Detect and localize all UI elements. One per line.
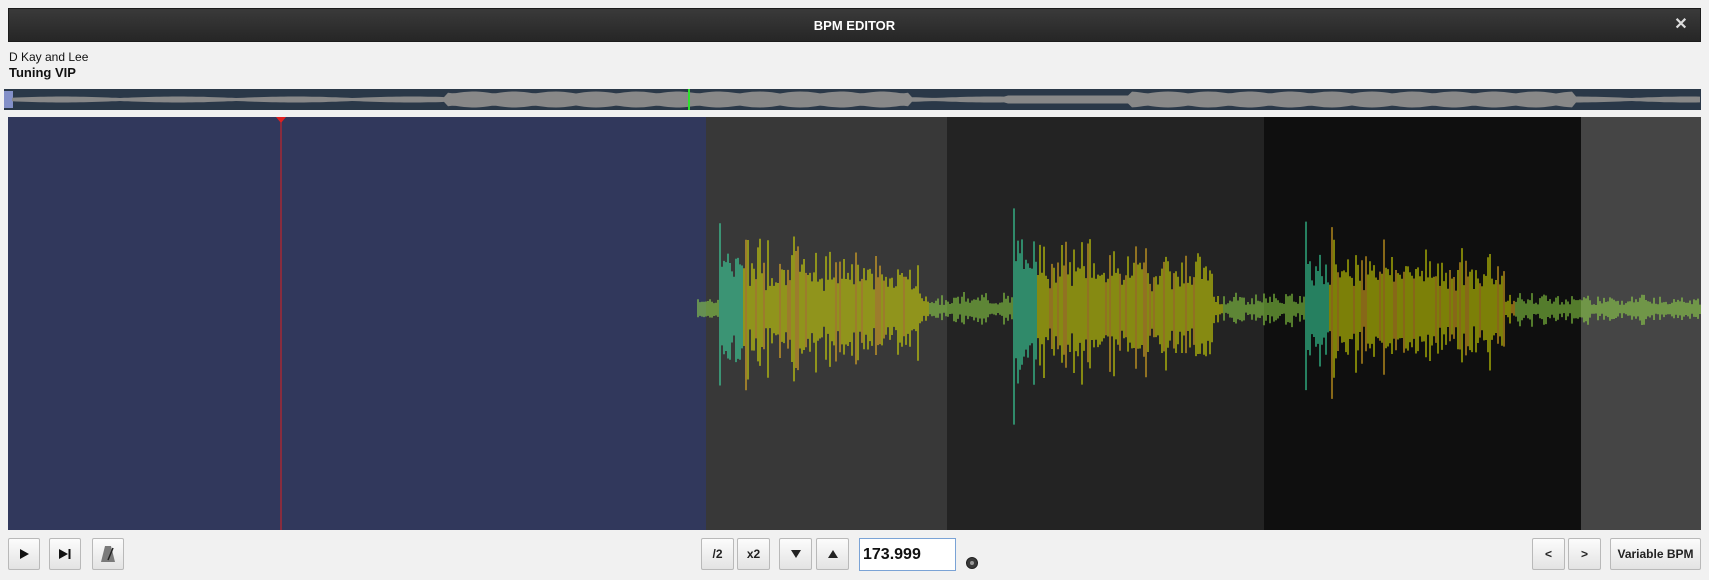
skip-to-end-icon [59, 549, 71, 559]
triangle-down-icon [790, 550, 801, 558]
halve-bpm-button[interactable]: /2 [701, 538, 734, 570]
metronome-button[interactable] [92, 538, 124, 570]
triangle-up-icon [827, 550, 838, 558]
bpm-up-button[interactable] [816, 538, 849, 570]
variable-bpm-button[interactable]: Variable BPM [1610, 538, 1701, 570]
bpm-input[interactable] [859, 538, 956, 571]
record-indicator-icon[interactable] [966, 557, 978, 569]
window-title: BPM EDITOR [813, 17, 896, 33]
overview-playhead[interactable] [688, 89, 690, 110]
main-waveform[interactable] [8, 117, 1701, 530]
overview-waveform[interactable] [4, 89, 1701, 110]
next-button[interactable]: > [1568, 538, 1601, 570]
beat-band-5 [1581, 117, 1701, 530]
artist-name: D Kay and Lee [9, 50, 89, 64]
close-icon[interactable]: ✕ [1672, 16, 1690, 34]
metronome-icon [101, 546, 115, 562]
overview-start-marker [4, 91, 13, 108]
play-icon [20, 549, 29, 559]
title-bar: BPM EDITOR ✕ [8, 8, 1701, 42]
skip-to-end-button[interactable] [49, 538, 81, 570]
double-bpm-button[interactable]: x2 [737, 538, 770, 570]
track-title: Tuning VIP [9, 65, 76, 80]
previous-button[interactable]: < [1532, 538, 1565, 570]
bpm-down-button[interactable] [779, 538, 812, 570]
selected-region [8, 117, 706, 530]
play-button[interactable] [8, 538, 40, 570]
